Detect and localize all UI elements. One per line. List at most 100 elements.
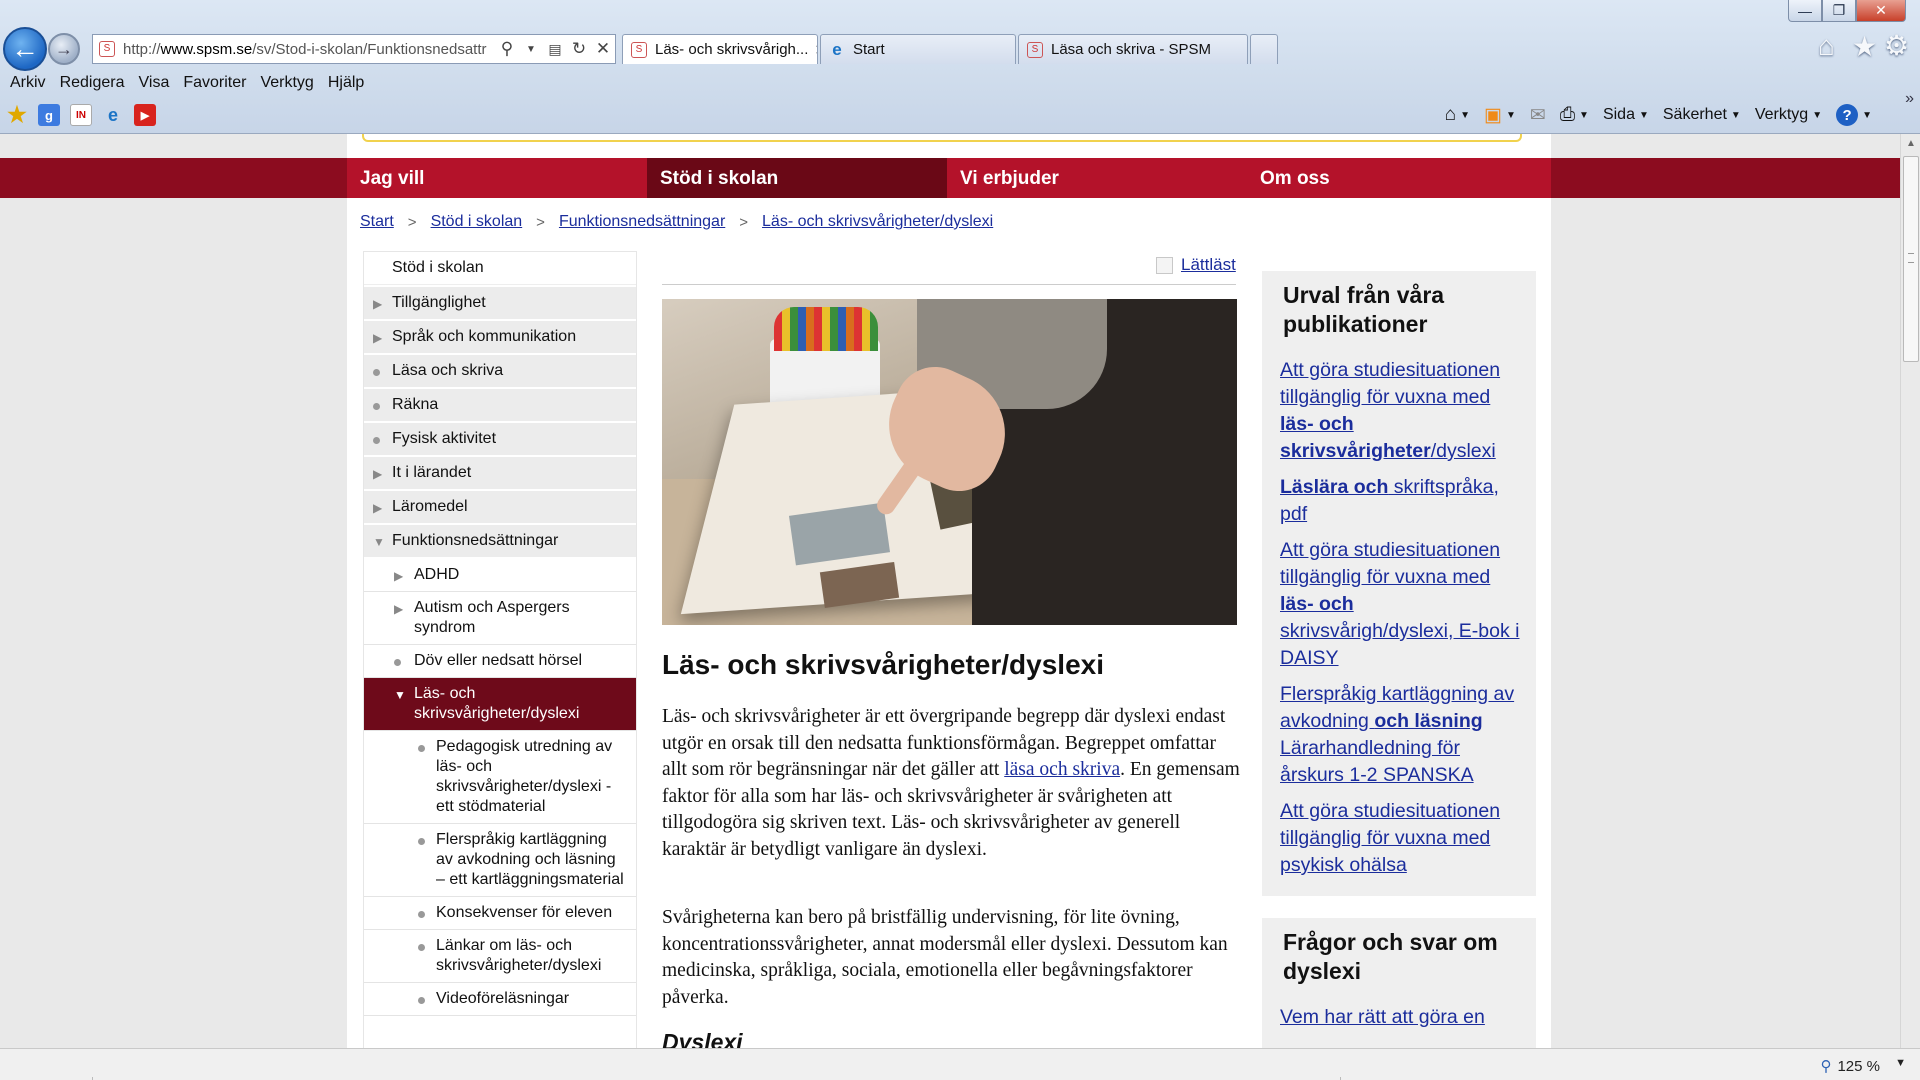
feeds-command[interactable]: ▣ ▼ xyxy=(1484,104,1516,127)
nav-om-oss[interactable]: Om oss xyxy=(1247,158,1551,198)
chevron-down-icon: ▼ xyxy=(1862,109,1872,121)
gear-icon[interactable]: ⚙ xyxy=(1884,29,1909,62)
tab-lasa-och-skriva[interactable]: S Läsa och skriva - SPSM xyxy=(1018,34,1248,64)
sidebar-item-sprak[interactable]: ▶ Språk och kommunikation xyxy=(364,321,636,353)
scrollbar-thumb[interactable] xyxy=(1903,156,1919,362)
rss-feed-icon: ▣ xyxy=(1484,104,1502,126)
easy-read-link[interactable]: Lättläst xyxy=(1181,255,1236,275)
home-icon[interactable]: ⌂ xyxy=(1818,30,1835,62)
sidebar-item-fysisk-aktivitet[interactable]: Fysisk aktivitet xyxy=(364,423,636,455)
minimize-button[interactable]: — xyxy=(1788,0,1822,22)
easy-read-toggle[interactable]: Lättläst xyxy=(1156,255,1236,275)
address-bar[interactable]: S http://www.spsm.se/sv/Stod-i-skolan/Fu… xyxy=(92,34,616,64)
menu-verktyg[interactable]: Verktyg xyxy=(260,74,313,92)
sidebar-subsubitem-utredning[interactable]: Pedagogisk utredning av läs- och skrivsv… xyxy=(364,731,636,824)
grip-icon xyxy=(1908,253,1914,263)
google-favicon-icon[interactable]: g xyxy=(38,104,60,126)
breadcrumb-stod-i-skolan[interactable]: Stöd i skolan xyxy=(431,213,523,231)
link-text: Att göra studiesituationen tillgänglig f… xyxy=(1280,539,1501,588)
home-command[interactable]: ⌂ ▼ xyxy=(1445,104,1470,126)
publication-link[interactable]: Att göra studiesituationen tillgänglig f… xyxy=(1280,357,1524,465)
breadcrumb-funktionsnedsattningar[interactable]: Funktionsnedsättningar xyxy=(559,213,725,231)
back-button[interactable]: ← xyxy=(3,27,47,71)
stop-icon[interactable]: ✕ xyxy=(591,39,615,59)
safety-menu[interactable]: Säkerhet ▼ xyxy=(1663,106,1741,124)
sidebar-subsubitem-lankar[interactable]: Länkar om läs- och skrivsvårigheter/dysl… xyxy=(364,930,636,983)
sidebar-subsubitem-konsekvenser[interactable]: Konsekvenser för eleven xyxy=(364,897,636,930)
breadcrumb-separator-icon: > xyxy=(536,213,545,231)
link-text-bold: Läslära och xyxy=(1280,476,1389,498)
zoom-control[interactable]: ⚲ 125 % xyxy=(1820,1057,1880,1076)
sidebar-item-laromedel[interactable]: ▶ Läromedel xyxy=(364,491,636,523)
menu-visa[interactable]: Visa xyxy=(139,74,170,92)
sidebar-subitem-adhd[interactable]: ▶ ADHD xyxy=(364,559,636,592)
chevron-more-icon[interactable]: » xyxy=(1905,90,1914,108)
menu-favoriter[interactable]: Favoriter xyxy=(183,74,246,92)
news-favicon-icon[interactable]: IN xyxy=(70,104,92,126)
tools-menu[interactable]: Verktyg ▼ xyxy=(1755,106,1822,124)
sidebar-item-rakna[interactable]: Räkna xyxy=(364,389,636,421)
nav-jag-vill[interactable]: Jag vill xyxy=(347,158,647,198)
compatibility-view-icon[interactable]: ▤ xyxy=(543,41,567,58)
tab-lasoch-skriv[interactable]: S Läs- och skrivsvårigh... ✕ xyxy=(622,34,818,64)
browser-chrome: — ❐ ✕ ← → S http://www.spsm.se/sv/Stod-i… xyxy=(0,0,1920,134)
search-icon[interactable]: ⚲ xyxy=(495,39,519,59)
url-path: /sv/Stod-i-skolan/Funktionsnedsattr xyxy=(252,40,487,58)
menu-arkiv[interactable]: Arkiv xyxy=(10,74,46,92)
publication-link[interactable]: Läslära och skriftspråka, pdf xyxy=(1280,474,1524,528)
sidebar-item-funktionsnedsattningar[interactable]: ▼ Funktionsnedsättningar xyxy=(364,525,636,557)
zoom-level: 125 % xyxy=(1837,1057,1880,1075)
nav-vi-erbjuder[interactable]: Vi erbjuder xyxy=(947,158,1247,198)
maximize-button[interactable]: ❐ xyxy=(1822,0,1856,22)
mail-command[interactable]: ✉ xyxy=(1530,104,1546,127)
scroll-up-arrow-icon[interactable]: ▲ xyxy=(1901,134,1920,154)
print-command[interactable]: ⎙ ▼ xyxy=(1560,104,1589,126)
publication-link[interactable]: Flerspråkig kartläggning av avkodning oc… xyxy=(1280,681,1524,789)
main-nav: Jag vill Stöd i skolan Vi erbjuder Om os… xyxy=(347,158,1551,198)
sidebar-subsubitem-video[interactable]: Videoföreläsningar xyxy=(364,983,636,1016)
sidebar-subitem-dov[interactable]: Döv eller nedsatt hörsel xyxy=(364,645,636,678)
tab-start[interactable]: e Start xyxy=(820,34,1016,64)
breadcrumb-separator-icon: > xyxy=(407,213,417,231)
sidebar-root[interactable]: Stöd i skolan xyxy=(364,252,636,285)
lasa-och-skriva-link[interactable]: läsa och skriva xyxy=(1004,759,1120,780)
sidebar-item-label: Stöd i skolan xyxy=(392,259,484,276)
publication-link[interactable]: Att göra studiesituationen tillgänglig f… xyxy=(1280,537,1524,672)
url-domain: www.spsm.se xyxy=(160,40,253,58)
publication-link[interactable]: Att göra studiesituationen tillgänglig f… xyxy=(1280,798,1524,879)
close-tab-icon[interactable]: ✕ xyxy=(808,41,817,59)
forward-button[interactable]: → xyxy=(48,33,80,65)
youtube-favicon-icon[interactable]: ▶ xyxy=(134,104,156,126)
menu-redigera[interactable]: Redigera xyxy=(60,74,125,92)
triangle-right-icon: ▶ xyxy=(373,331,383,345)
vertical-scrollbar[interactable]: ▲ xyxy=(1900,134,1920,1048)
breadcrumb-start[interactable]: Start xyxy=(360,213,394,231)
refresh-icon[interactable]: ↻ xyxy=(567,39,591,59)
favorites-star-icon[interactable]: ★ xyxy=(1852,30,1877,63)
faq-link[interactable]: Vem har rätt att göra en xyxy=(1280,1004,1524,1031)
breadcrumb-current[interactable]: Läs- och skrivsvårigheter/dyslexi xyxy=(762,213,993,231)
ie-favicon-icon[interactable]: e xyxy=(102,104,124,126)
new-tab-button[interactable] xyxy=(1250,34,1278,64)
magnifier-icon: ⚲ xyxy=(1820,1058,1832,1075)
page-menu[interactable]: Sida ▼ xyxy=(1603,106,1649,124)
dropdown-caret-icon[interactable]: ▼ xyxy=(519,44,543,55)
sidebar-subsubitem-kartlaggning[interactable]: Flerspråkig kartläggning av avkodning oc… xyxy=(364,824,636,897)
close-window-button[interactable]: ✕ xyxy=(1856,0,1906,22)
nav-stod-i-skolan[interactable]: Stöd i skolan xyxy=(647,158,947,198)
help-menu[interactable]: ? ▼ xyxy=(1836,104,1872,126)
sidebar-item-label: Fysisk aktivitet xyxy=(392,430,497,447)
status-bar: ⚲ 125 % ▼ xyxy=(0,1048,1920,1080)
sidebar-item-it-i-larandet[interactable]: ▶ It i lärandet xyxy=(364,457,636,489)
faq-box: Frågor och svar om dyslexi Vem har rätt … xyxy=(1262,918,1536,1048)
article-paragraph: Svårigheterna kan bero på bristfällig un… xyxy=(662,907,1228,1008)
sidebar-subitem-autism[interactable]: ▶ Autism och Aspergers syndrom xyxy=(364,592,636,645)
easy-read-checkbox[interactable] xyxy=(1156,256,1173,274)
address-url[interactable]: http://www.spsm.se/sv/Stod-i-skolan/Funk… xyxy=(123,41,495,58)
sidebar-item-tillganglighet[interactable]: ▶ Tillgänglighet xyxy=(364,287,636,319)
menu-hjalp[interactable]: Hjälp xyxy=(328,74,364,92)
chevron-down-icon[interactable]: ▼ xyxy=(1895,1057,1906,1069)
add-favorite-star-icon[interactable]: ★ xyxy=(6,102,28,127)
sidebar-subitem-dyslexi-active[interactable]: ▼ Läs- och skrivsvårigheter/dyslexi xyxy=(364,678,636,731)
sidebar-item-lasa-och-skriva[interactable]: Läsa och skriva xyxy=(364,355,636,387)
